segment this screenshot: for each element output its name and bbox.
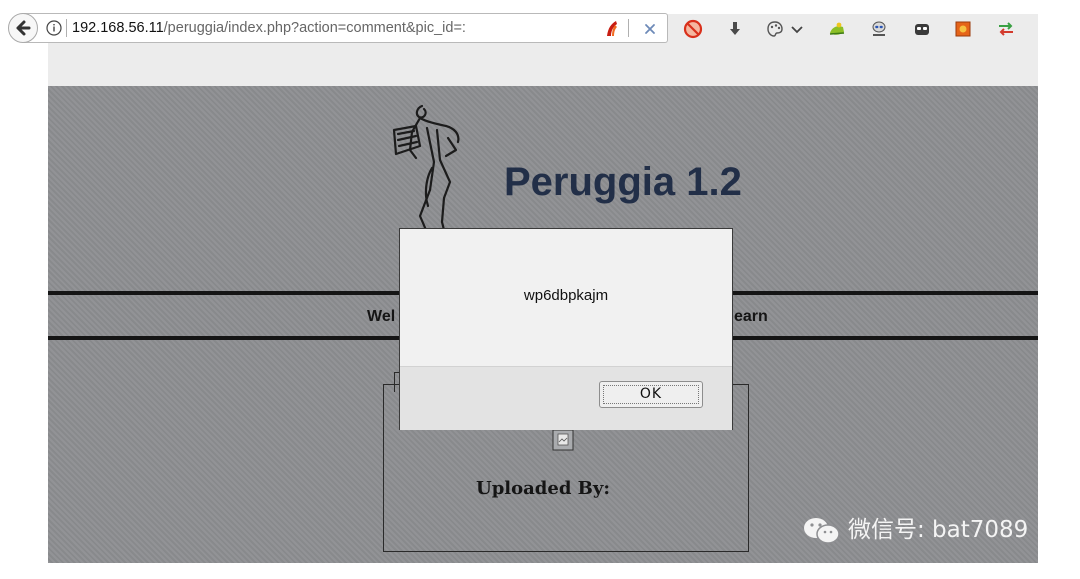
ok-button[interactable]: OK [599, 381, 703, 408]
palette-icon[interactable] [765, 19, 785, 39]
url-separator [66, 19, 67, 37]
nav-link-learn[interactable]: earn [734, 308, 768, 326]
arrows-icon[interactable] [996, 19, 1016, 39]
mask-icon[interactable] [912, 19, 932, 39]
close-icon[interactable] [640, 19, 660, 39]
uploaded-by-label: Uploaded By: [476, 478, 610, 499]
alert-message: wp6dbpkajm [523, 287, 609, 304]
firebug-icon[interactable] [953, 19, 973, 39]
wechat-icon [804, 518, 840, 544]
back-arrow-icon [16, 20, 31, 36]
info-icon[interactable] [46, 20, 62, 36]
flame-icon[interactable] [602, 19, 622, 39]
url-host: 192.168.56.11 [72, 20, 164, 36]
url-text[interactable]: 192.168.56.11/peruggia/index.php?action=… [72, 13, 466, 43]
alert-footer: OK [400, 366, 732, 430]
url-separator [628, 19, 629, 37]
dropdown-icon[interactable] [787, 19, 807, 39]
frog-icon[interactable] [827, 19, 847, 39]
alert-dialog: wp6dbpkajm OK [399, 228, 733, 430]
back-button[interactable] [8, 13, 38, 43]
runner-logo-image [392, 104, 460, 240]
url-path: /peruggia/index.php?action=comment&pic_i… [163, 20, 466, 36]
alien-icon[interactable] [869, 19, 889, 39]
watermark-text: 微信号: bat7089 [848, 517, 1029, 543]
nav-link-welcome[interactable]: Wel [367, 308, 395, 326]
download-icon[interactable] [725, 19, 745, 39]
broken-image-icon[interactable] [552, 429, 574, 451]
site-title: Peruggia 1.2 [504, 160, 742, 204]
noscript-icon[interactable] [683, 19, 703, 39]
